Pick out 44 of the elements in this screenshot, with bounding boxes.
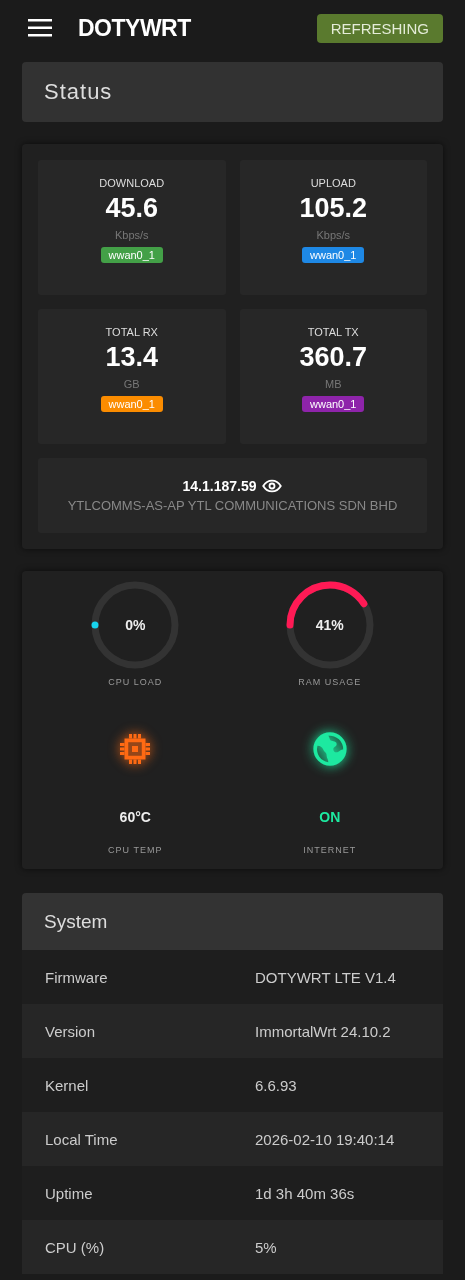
ip-address: 14.1.187.59 (182, 478, 257, 494)
brand-logo: DOTYWRT (78, 14, 191, 42)
stat-unit: GB (123, 378, 140, 390)
stat-value: 45.6 (105, 193, 159, 224)
info-key: Kernel (45, 1076, 255, 1094)
stat-label: UPLOAD (310, 177, 356, 189)
stat-label: TOTAL RX (105, 326, 158, 338)
info-value: DOTYWRT LTE V1.4 (255, 968, 396, 986)
menu-icon[interactable] (28, 19, 52, 37)
gauge-value: 41% (315, 617, 344, 633)
indicator-value: ON (319, 809, 341, 825)
info-key: Uptime (45, 1184, 255, 1202)
info-value: 6.6.93 (255, 1076, 297, 1094)
info-key: Local Time (45, 1130, 255, 1148)
info-value: 2026-02-10 19:40:14 (255, 1130, 395, 1148)
section-title: System (22, 893, 443, 950)
info-value: 1d 3h 40m 36s (255, 1184, 355, 1202)
interface-tag: wwan0_1 (302, 247, 365, 263)
gauge-value: 0% (125, 617, 146, 633)
info-value: ImmortalWrt 24.10.2 (255, 1022, 391, 1040)
info-key: CPU (%) (45, 1238, 255, 1256)
section-title: Status (22, 62, 443, 122)
eye-icon[interactable] (262, 479, 283, 493)
stat-value: 13.4 (105, 342, 159, 373)
stat-label: DOWNLOAD (99, 177, 165, 189)
interface-tag: wwan0_1 (100, 396, 163, 412)
indicator-label: CPU TEMP (108, 845, 163, 855)
info-key: Version (45, 1022, 255, 1040)
info-key: Firmware (45, 968, 255, 986)
stat-value: 360.7 (299, 342, 368, 373)
stat-label: TOTAL TX (307, 326, 359, 338)
interface-tag: wwan0_1 (100, 247, 163, 263)
stat-unit: Kbps/s (114, 229, 149, 241)
stat-unit: MB (325, 378, 342, 390)
stat-unit: Kbps/s (316, 229, 351, 241)
gauge-label: RAM USAGE (298, 677, 362, 687)
refresh-button[interactable]: REFRESHING (316, 13, 443, 43)
indicator-value: 60°C (119, 809, 151, 825)
stat-value: 105.2 (299, 193, 368, 224)
isp-name: YTLCOMMS-AS-AP YTL COMMUNICATIONS SDN BHD (67, 498, 398, 513)
indicator-label: INTERNET (303, 845, 357, 855)
gauge-label: CPU LOAD (108, 677, 163, 687)
info-value: 5% (255, 1238, 277, 1256)
interface-tag: wwan0_1 (302, 396, 365, 412)
